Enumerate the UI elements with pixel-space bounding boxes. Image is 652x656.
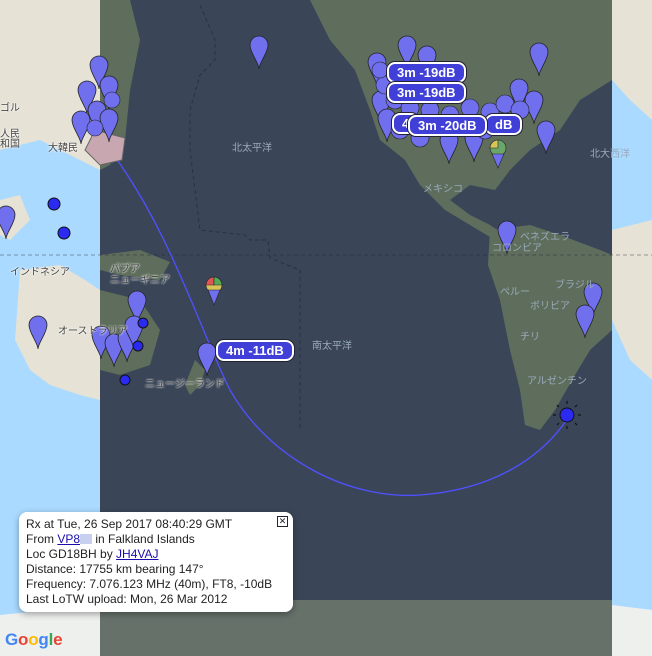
label-australia: オーストラリア — [58, 326, 128, 337]
label-south-pacific: 南太平洋 — [312, 341, 352, 352]
close-icon[interactable]: ✕ — [277, 516, 288, 527]
label-colombia: コロンビア — [492, 243, 542, 254]
signal-report-badge[interactable]: dB — [485, 114, 523, 135]
google-logo-letter: o — [18, 630, 29, 649]
frequency-line: Frequency: 7.076.123 MHz (40m), FT8, -10… — [26, 577, 273, 591]
callsign-mask — [80, 534, 93, 544]
label-peru: ペルー — [500, 287, 530, 298]
label-indonesia: インドネシア — [10, 267, 70, 278]
label-bolivia: ボリビア — [530, 301, 570, 312]
signal-report-badge[interactable]: 3m -20dB — [408, 115, 487, 136]
label-china: 人民 和国 — [0, 129, 20, 150]
label-chile: チリ — [520, 332, 540, 343]
label-mexico: メキシコ — [423, 184, 463, 195]
label-korea: 大韓民 — [48, 143, 78, 154]
distance-line: Distance: 17755 km bearing 147° — [26, 562, 204, 576]
google-logo-letter: e — [53, 630, 63, 649]
signal-report-badge[interactable]: 4m -11dB — [216, 340, 294, 361]
google-logo-letter: G — [5, 630, 19, 649]
google-logo-letter: g — [38, 630, 49, 649]
receiver-callsign-link[interactable]: JH4VAJ — [116, 547, 158, 561]
from-callsign-link[interactable]: VP8 — [57, 532, 80, 546]
label-brazil: ブラジル — [555, 280, 595, 291]
label-new-zealand: ニュージーランド — [145, 379, 225, 390]
label-papua: パプア ニューギニア — [110, 264, 170, 286]
label-mongolia: ゴル — [0, 103, 20, 114]
lotw-line: Last LoTW upload: Mon, 26 Mar 2012 — [26, 592, 228, 606]
loc-line: Loc GD18BH by JH4VAJ — [26, 547, 159, 561]
google-logo-letters: Google — [5, 630, 63, 649]
label-north-pacific: 北太平洋 — [232, 143, 272, 154]
label-argentina: アルゼンチン — [527, 376, 587, 387]
rx-time: Rx at Tue, 26 Sep 2017 08:40:29 GMT — [26, 517, 233, 531]
map-canvas[interactable]: ゴル 人民 和国 大韓民 インドネシア パプア ニューギニア オーストラリア ニ… — [0, 0, 652, 656]
google-logo-letter: o — [28, 630, 39, 649]
google-logo[interactable]: Google — [5, 630, 63, 650]
from-line: From VP8 in Falkland Islands — [26, 532, 195, 546]
signal-report-badge[interactable]: 3m -19dB — [387, 82, 466, 103]
label-north-atlantic: 北大西洋 — [590, 149, 630, 160]
spot-info-window: ✕ Rx at Tue, 26 Sep 2017 08:40:29 GMT Fr… — [19, 512, 293, 612]
signal-report-badge[interactable]: 3m -19dB — [387, 62, 466, 83]
